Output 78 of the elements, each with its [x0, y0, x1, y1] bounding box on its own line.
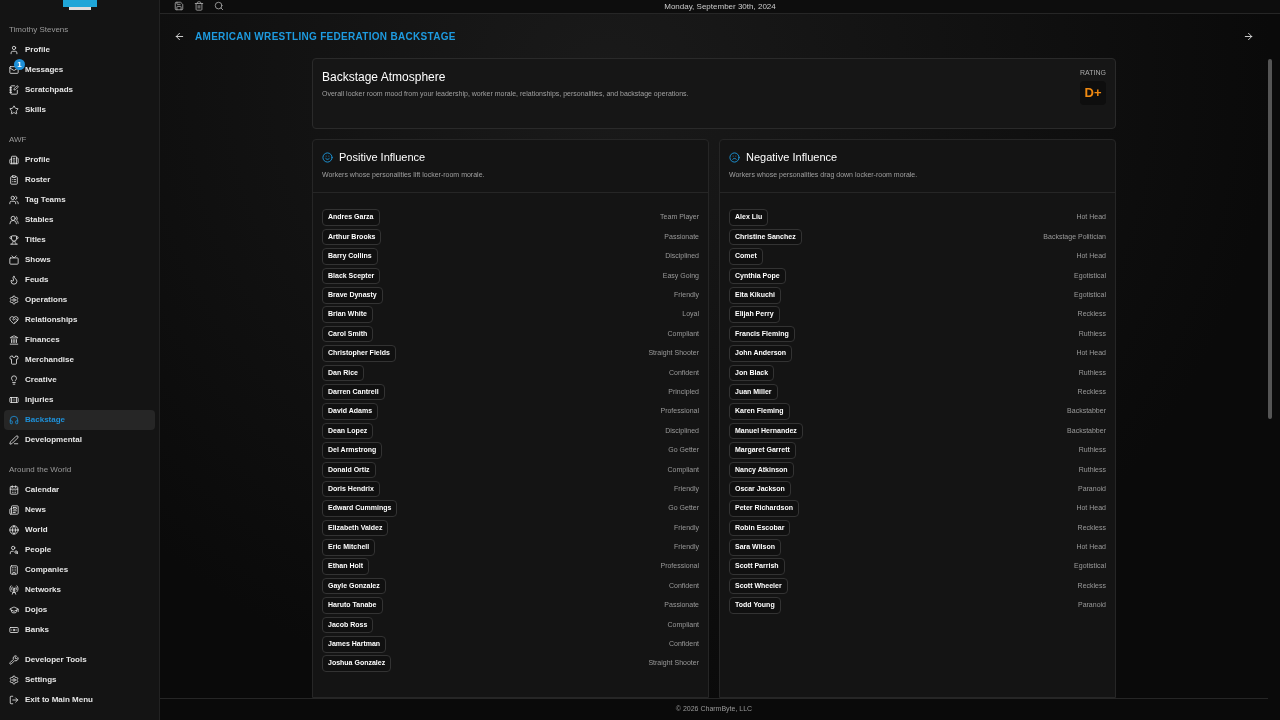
nav-icon	[9, 65, 19, 75]
sidebar-item[interactable]: Companies	[4, 560, 155, 580]
nav-icon	[9, 315, 19, 325]
forward-arrow-icon[interactable]	[1243, 30, 1254, 42]
nav-icon	[9, 355, 19, 365]
nav-icon	[9, 545, 19, 555]
nav-icon	[9, 155, 19, 165]
nav-icon	[9, 275, 19, 285]
sidebar-item[interactable]: Dojos	[4, 600, 155, 620]
nav-icon	[9, 675, 19, 685]
nav-icon	[9, 605, 19, 615]
sidebar-item[interactable]: Injuries	[4, 390, 155, 410]
nav-icon	[9, 525, 19, 535]
sidebar-item[interactable]: People	[4, 540, 155, 560]
unread-badge: 1	[14, 59, 25, 70]
page-title: AMERICAN WRESTLING FEDERATION BACKSTAGE	[195, 29, 456, 44]
nav-icon	[9, 695, 19, 705]
search-icon[interactable]	[214, 0, 224, 11]
nav-icon	[9, 585, 19, 595]
sidebar-item[interactable]: Shows	[4, 250, 155, 270]
face-icon	[322, 151, 333, 163]
sidebar-section-title: Around the World	[8, 464, 73, 476]
face-icon	[729, 151, 740, 163]
save-icon[interactable]	[174, 0, 184, 11]
sidebar-item[interactable]: Profile	[4, 150, 155, 170]
sidebar-item[interactable]: Titles	[4, 230, 155, 250]
sidebar-item[interactable]: Scratchpads	[4, 80, 155, 100]
nav-icon	[9, 435, 19, 445]
sidebar-item[interactable]: Tag Teams	[4, 190, 155, 210]
sidebar-item[interactable]: Messages 1	[4, 60, 155, 80]
panel-title: Positive Influence	[339, 150, 426, 165]
sidebar-item[interactable]: Calendar	[4, 480, 155, 500]
sidebar-item[interactable]: Banks	[4, 620, 155, 640]
nav-icon	[9, 85, 19, 95]
nav-icon	[9, 255, 19, 265]
sidebar-section-title: AWF	[8, 134, 28, 146]
sidebar-item[interactable]: Feuds	[4, 270, 155, 290]
sidebar-item[interactable]: Relationships	[4, 310, 155, 330]
nav-icon	[9, 655, 19, 665]
sidebar-item[interactable]: Backstage	[4, 410, 155, 430]
nav-icon	[9, 485, 19, 495]
sidebar-item[interactable]: Finances	[4, 330, 155, 350]
sidebar-item[interactable]: World	[4, 520, 155, 540]
nav-icon	[9, 105, 19, 115]
sidebar-item[interactable]: Merchandise	[4, 350, 155, 370]
sidebar-item[interactable]: Settings	[4, 670, 155, 690]
sidebar-item[interactable]: Developmental	[4, 430, 155, 450]
sidebar-item[interactable]: Stables	[4, 210, 155, 230]
sidebar-section-title: Timothy Stevens	[8, 24, 70, 36]
nav-icon	[9, 415, 19, 425]
back-arrow-icon[interactable]	[174, 30, 185, 42]
rating-grade: D+	[1080, 80, 1106, 105]
sidebar-item[interactable]: Developer Tools	[4, 650, 155, 670]
sidebar-item[interactable]: Roster	[4, 170, 155, 190]
sidebar-item[interactable]: Exit to Main Menu	[4, 690, 155, 710]
nav-icon	[9, 565, 19, 575]
nav-icon	[9, 175, 19, 185]
nav-icon	[9, 395, 19, 405]
sidebar-item[interactable]: Creative	[4, 370, 155, 390]
logo-icon	[62, 0, 97, 10]
sidebar-item[interactable]: Operations	[4, 290, 155, 310]
nav-icon	[9, 335, 19, 345]
sidebar-item[interactable]: Profile	[4, 40, 155, 60]
sidebar-item[interactable]: News	[4, 500, 155, 520]
panel-title: Negative Influence	[746, 150, 838, 165]
nav-icon	[9, 215, 19, 225]
date-label: Monday, September 30th, 2024	[664, 0, 776, 13]
trash-icon[interactable]	[194, 0, 204, 11]
nav-icon	[9, 375, 19, 385]
nav-icon	[9, 505, 19, 515]
nav-icon	[9, 625, 19, 635]
nav-icon	[9, 195, 19, 205]
nav-icon	[9, 45, 19, 55]
nav-icon	[9, 235, 19, 245]
nav-icon	[9, 295, 19, 305]
card-title: Backstage Atmosphere	[322, 69, 447, 86]
sidebar-item[interactable]: Skills	[4, 100, 155, 120]
sidebar-item[interactable]: Networks	[4, 580, 155, 600]
